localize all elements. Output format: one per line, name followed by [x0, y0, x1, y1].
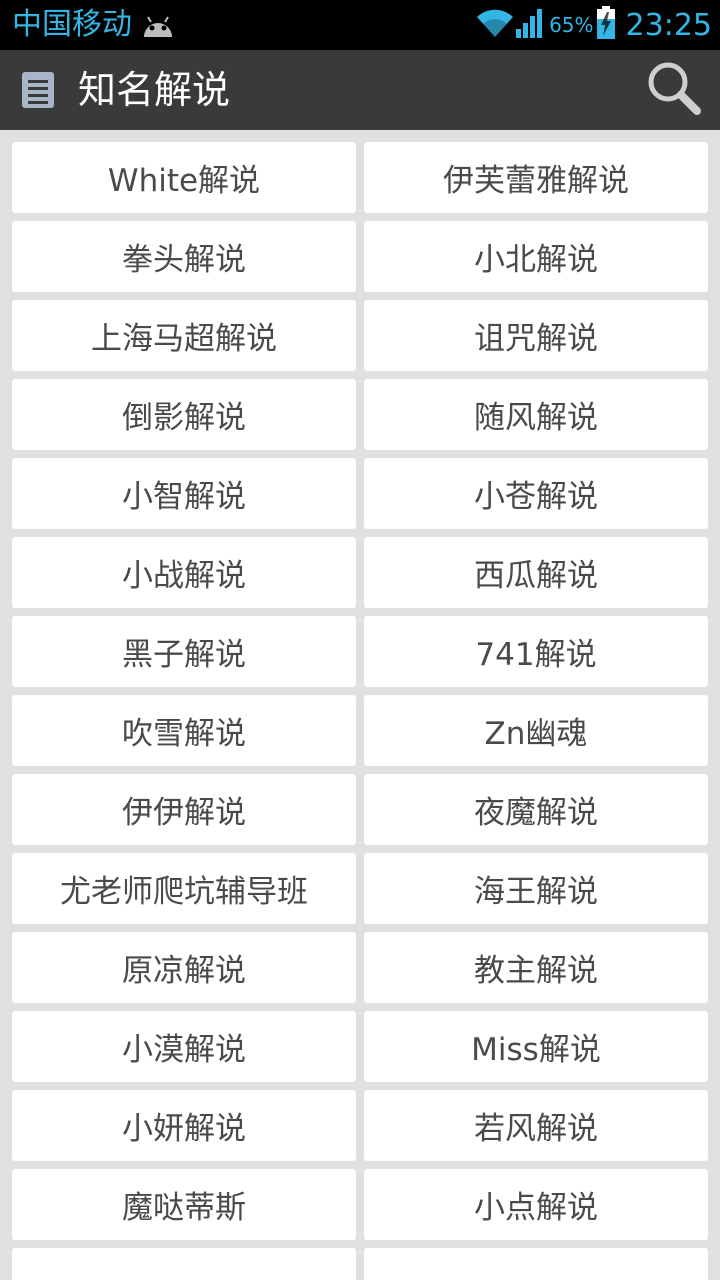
grid-item[interactable]: 西瓜解说	[364, 537, 708, 608]
grid-item[interactable]: 拳头解说	[12, 221, 356, 292]
grid-item[interactable]: 随风解说	[364, 379, 708, 450]
grid-item[interactable]: 伊芙蕾雅解说	[364, 142, 708, 213]
grid-item[interactable]: 魔哒蒂斯	[12, 1169, 356, 1240]
search-icon	[645, 59, 703, 121]
grid-item[interactable]: 诅咒解说	[364, 300, 708, 371]
grid-item-partial[interactable]	[12, 1248, 356, 1280]
grid-item[interactable]: 夜魔解说	[364, 774, 708, 845]
grid-item[interactable]: 海王解说	[364, 853, 708, 924]
grid-item[interactable]: 吹雪解说	[12, 695, 356, 766]
grid-item[interactable]: 小苍解说	[364, 458, 708, 529]
action-bar: 知名解说	[0, 50, 720, 130]
grid-item[interactable]: 尤老师爬坑辅导班	[12, 853, 356, 924]
status-bar: 中国移动 65% 23:25	[0, 0, 720, 50]
grid-item[interactable]: 倒影解说	[12, 379, 356, 450]
grid-item[interactable]: 741解说	[364, 616, 708, 687]
grid-item[interactable]: 上海马超解说	[12, 300, 356, 371]
grid-item[interactable]: 小北解说	[364, 221, 708, 292]
grid-item[interactable]: Miss解说	[364, 1011, 708, 1082]
status-icons: 65% 23:25	[475, 6, 712, 44]
grid-item[interactable]: 原凉解说	[12, 932, 356, 1003]
battery-charging-icon	[596, 6, 616, 44]
grid-item[interactable]: Zn幽魂	[364, 695, 708, 766]
grid-item[interactable]: 若风解说	[364, 1090, 708, 1161]
list-icon[interactable]	[20, 70, 56, 110]
carrier-name: 中国移动	[12, 7, 132, 42]
page-title: 知名解说	[78, 68, 231, 112]
grid-item[interactable]: 小点解说	[364, 1169, 708, 1240]
clock: 23:25	[625, 7, 712, 43]
grid-item[interactable]: 小智解说	[12, 458, 356, 529]
android-icon	[140, 11, 176, 39]
grid-item[interactable]: 黑子解说	[12, 616, 356, 687]
grid-item[interactable]: 教主解说	[364, 932, 708, 1003]
grid-item[interactable]: 小战解说	[12, 537, 356, 608]
signal-icon	[515, 7, 545, 43]
search-button[interactable]	[642, 58, 706, 122]
grid-item[interactable]: 小漠解说	[12, 1011, 356, 1082]
grid-item[interactable]: 小妍解说	[12, 1090, 356, 1161]
grid-item[interactable]: White解说	[12, 142, 356, 213]
battery-percent: 65%	[549, 13, 594, 37]
grid-item-partial[interactable]	[364, 1248, 708, 1280]
commentator-grid: White解说 伊芙蕾雅解说 拳头解说 小北解说 上海马超解说 诅咒解说 倒影解…	[12, 142, 708, 1280]
wifi-icon	[475, 7, 515, 43]
grid-item[interactable]: 伊伊解说	[12, 774, 356, 845]
